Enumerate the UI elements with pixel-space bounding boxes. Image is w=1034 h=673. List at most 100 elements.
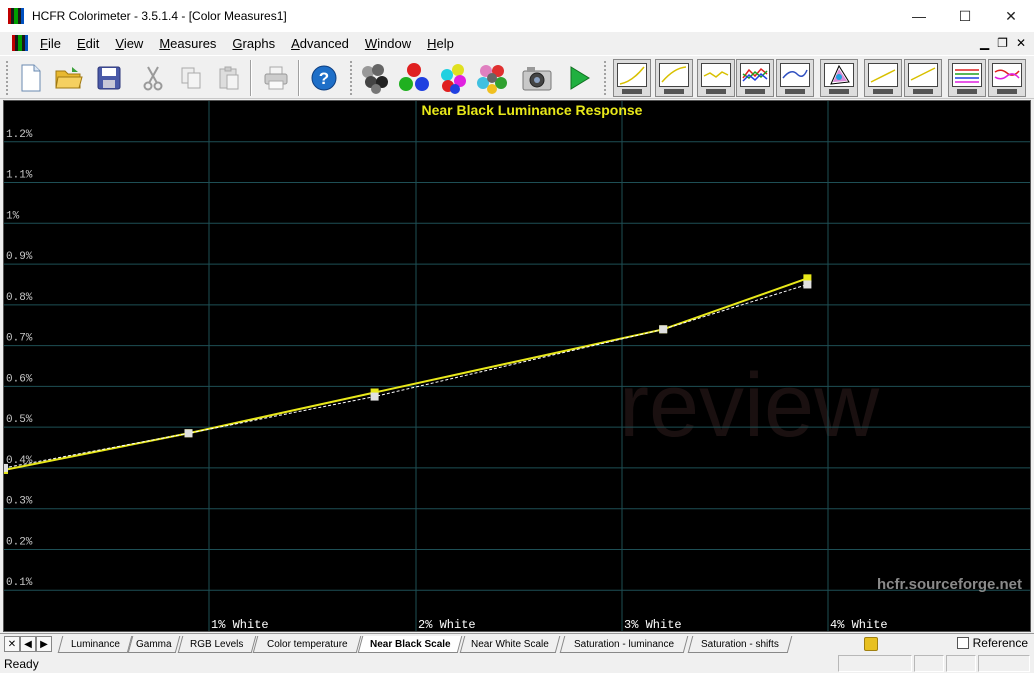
tab-color-temperature[interactable]: Color temperature [252,636,362,653]
play-icon[interactable] [562,61,596,95]
tab-gamma[interactable]: Gamma [127,636,181,653]
status-pane [946,655,976,672]
reference-checkbox-box[interactable] [956,637,969,649]
menu-item-label: ile [47,35,61,51]
tab-close-button[interactable]: ✕ [4,636,20,652]
mdi-minimize-button[interactable]: ▁ [980,36,989,50]
x-tick-label: 1% White [211,618,269,631]
saturation-shifts-graph-icon[interactable] [988,59,1026,97]
menu-item-accelerator: W [364,35,378,51]
tab-label: Color temperature [266,638,348,650]
tab-scroll-right-button[interactable]: ▶ [36,636,52,652]
measure-saturation-icon[interactable] [475,61,509,95]
menu-help[interactable]: Help [419,36,462,51]
y-tick-label: 0.1% [6,577,33,589]
menu-item-label: dvanced [299,35,349,51]
status-bar: Ready [0,654,1034,673]
camera-icon[interactable] [520,61,554,95]
series-point [659,325,668,334]
rgb-levels-graph-icon[interactable] [697,59,735,97]
menu-item-label: easures [170,35,217,51]
y-tick-label: 1.2% [6,129,33,141]
paste-icon[interactable] [212,61,246,95]
print-icon[interactable] [259,61,293,95]
menu-item-label: raphs [242,35,276,51]
tab-label: Gamma [136,638,172,650]
new-document-icon[interactable] [14,61,48,95]
tab-saturation-luminance[interactable]: Saturation - luminance [559,636,689,653]
tab-near-white-scale[interactable]: Near White Scale [459,636,561,653]
document-icon[interactable] [12,35,29,51]
tab-saturation-shifts[interactable]: Saturation - shifts [687,636,793,653]
hcfr-app-icon [8,8,25,24]
menu-file[interactable]: File [32,36,69,51]
tab-rgb-levels[interactable]: RGB Levels [177,636,257,653]
toolbar-grip[interactable] [603,60,607,96]
status-pane [914,655,944,672]
close-button[interactable]: ✕ [988,0,1034,32]
maximize-button[interactable]: ☐ [942,0,988,32]
color-temperature-graph-icon[interactable] [736,59,774,97]
menu-item-label: indow [377,35,412,51]
tab-luminance[interactable]: Luminance [57,636,133,653]
save-disk-icon[interactable] [92,61,126,95]
menu-view[interactable]: View [107,36,151,51]
tab-label: Near White Scale [471,638,550,650]
toolbar-separator [298,60,300,96]
tab-label: Saturation - luminance [574,638,675,650]
open-folder-icon[interactable] [52,61,86,95]
reference-checkbox[interactable]: Reference [956,636,1028,650]
toolbar-grip[interactable] [5,60,9,96]
chart-area[interactable]: review 0.1% 0.2% 0.3% 0.4% 0.5% 0.6% 0.7% 0.8% 0.… [3,100,1031,632]
menu-graphs[interactable]: Graphs [224,36,283,51]
tab-label: Saturation - shifts [701,638,780,650]
measure-secondaries-icon[interactable] [436,61,470,95]
cie-diagram-graph-icon[interactable] [776,59,814,97]
menu-item-label: iew [123,35,144,51]
app-window: HCFR Colorimeter - 3.5.1.4 - [Color Meas… [0,0,1034,673]
gamma-graph-icon[interactable] [655,59,693,97]
near-black-graph-icon[interactable] [864,59,902,97]
menu-item-accelerator: H [427,35,437,51]
menu-edit[interactable]: Edit [69,36,107,51]
menu-item-label: dit [85,35,100,51]
copy-icon[interactable] [174,61,208,95]
menu-item-accelerator: E [76,35,86,51]
near-black-chart: review0.1%0.2%0.3%0.4%0.5%0.6%0.7%0.8%0.… [4,101,1030,631]
measure-primaries-icon[interactable] [397,61,431,95]
smiley-icon[interactable] [864,637,878,651]
y-tick-label: 0.2% [6,536,33,548]
menu-item-label: elp [436,35,454,51]
y-tick-label: 1% [6,210,20,222]
tab-scroll-left-button[interactable]: ◀ [20,636,36,652]
series-point [4,463,8,472]
cut-scissors-icon[interactable] [136,61,170,95]
toolbar-grip[interactable] [349,60,353,96]
menu-window[interactable]: Window [357,36,419,51]
measure-grayscale-icon[interactable] [358,61,392,95]
mdi-restore-button[interactable]: ❐ [997,36,1008,50]
window-title: HCFR Colorimeter - 3.5.1.4 - [Color Meas… [32,9,287,23]
menu-item-accelerator: A [291,35,300,51]
y-tick-label: 0.3% [6,496,33,508]
title-bar[interactable]: HCFR Colorimeter - 3.5.1.4 - [Color Meas… [0,0,1034,32]
minimize-button[interactable]: — [896,0,942,32]
menu-item-accelerator: G [232,35,243,51]
near-white-graph-icon[interactable] [904,59,942,97]
toolbar: ? [0,55,1034,99]
background-watermark: review [619,356,880,456]
y-tick-label: 0.9% [6,251,33,263]
saturation-luminance-graph-icon[interactable] [948,59,986,97]
mdi-close-button[interactable]: ✕ [1016,36,1026,50]
luminance-graph-icon[interactable] [613,59,651,97]
help-icon[interactable]: ? [307,61,341,95]
menu-measures[interactable]: Measures [151,36,224,51]
toolbar-separator [250,60,252,96]
tab-near-black-scale[interactable]: Near Black Scale [357,636,463,653]
cie-chart-graph-icon[interactable] [820,59,858,97]
series-point [803,280,812,289]
tab-label: Near Black Scale [369,638,451,650]
x-tick-label: 2% White [418,618,476,631]
menu-advanced[interactable]: Advanced [283,36,357,51]
tab-bar: ✕ ◀ ▶ Luminance Gamma RGB Levels Color temp… [0,633,1034,653]
